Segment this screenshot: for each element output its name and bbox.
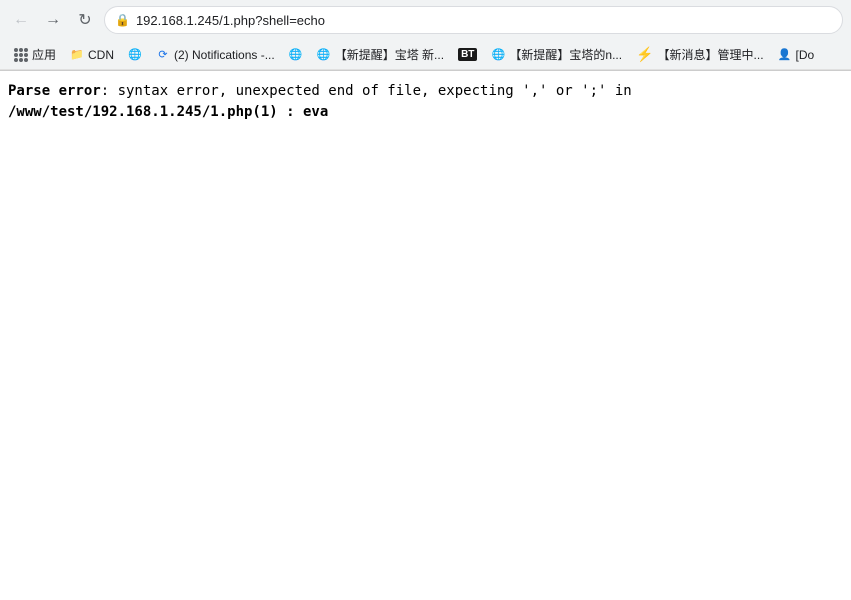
error-label: Parse error [8,83,101,99]
globe2-bookmark[interactable]: 🌐 [283,46,309,64]
bookmarks-bar: 应用 📁 CDN 🌐 ⟳ (2) Notifications -... 🌐 🌐 … [0,40,851,70]
lightning-label: 【新消息】管理中... [658,46,764,63]
baota2-bookmark[interactable]: 🌐 【新提醒】宝塔的n... [485,44,628,65]
apps-bookmark[interactable]: 应用 [8,44,62,65]
spinner-icon: ⟳ [156,48,170,62]
baota1-icon: 🌐 [317,48,331,62]
cdn-bookmark[interactable]: 📁 CDN [64,46,120,64]
reload-icon: ↻ [78,10,91,30]
back-button[interactable]: ← [8,7,34,33]
bt-bookmark[interactable]: BT [452,46,483,63]
lightning-bookmark[interactable]: ⚡ 【新消息】管理中... [630,44,769,65]
browser-chrome: ← → ↻ 🔒 192.168.1.245/1.php?shell=echo 应… [0,0,851,71]
notifications-bookmark[interactable]: ⟳ (2) Notifications -... [150,46,281,64]
page-content: Parse error: syntax error, unexpected en… [0,71,851,133]
folder-icon: 📁 [70,48,84,62]
reload-button[interactable]: ↻ [72,7,98,33]
back-icon: ← [13,11,29,29]
error-path: /www/test/192.168.1.245/1.php(1) : eva [8,104,328,120]
apps-icon [14,48,28,62]
nav-bar: ← → ↻ 🔒 192.168.1.245/1.php?shell=echo [0,0,851,40]
notifications-label: (2) Notifications -... [174,48,275,62]
baota2-icon: 🌐 [491,48,505,62]
user-bookmark[interactable]: 👤 [Do [772,46,821,64]
address-bar[interactable]: 🔒 192.168.1.245/1.php?shell=echo [104,6,843,34]
bt-icon: BT [458,48,477,61]
globe-icon: 🌐 [128,48,142,62]
user-icon: 👤 [778,48,792,62]
baota2-label: 【新提醒】宝塔的n... [509,46,622,63]
globe2-icon: 🌐 [289,48,303,62]
error-text: : syntax error, unexpected end of file, … [101,83,632,99]
lightning-icon: ⚡ [636,46,653,63]
secure-icon: 🔒 [115,13,130,27]
globe1-bookmark[interactable]: 🌐 [122,46,148,64]
url-text: 192.168.1.245/1.php?shell=echo [136,13,832,28]
forward-button[interactable]: → [40,7,66,33]
cdn-label: CDN [88,48,114,62]
error-message: Parse error: syntax error, unexpected en… [8,81,843,123]
forward-icon: → [45,11,61,29]
user-label: [Do [796,48,815,62]
baota1-label: 【新提醒】宝塔 新... [335,46,444,63]
apps-label: 应用 [32,46,56,63]
baota1-bookmark[interactable]: 🌐 【新提醒】宝塔 新... [311,44,450,65]
